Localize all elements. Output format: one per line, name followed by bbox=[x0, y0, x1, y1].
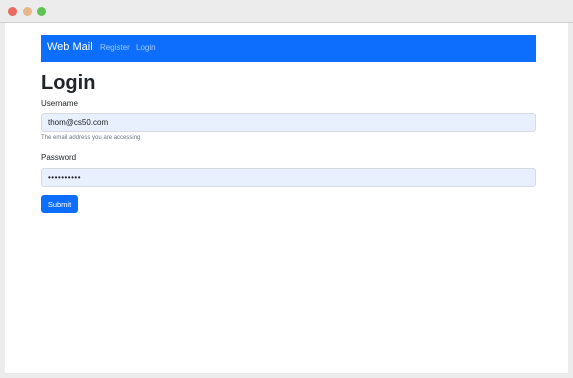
minimize-window-icon[interactable] bbox=[23, 7, 32, 16]
username-input[interactable]: thom@cs50.com bbox=[41, 113, 536, 132]
maximize-window-icon[interactable] bbox=[37, 7, 46, 16]
close-window-icon[interactable] bbox=[8, 7, 17, 16]
username-label: Username bbox=[41, 99, 78, 108]
nav-link-register[interactable]: Register bbox=[100, 43, 130, 52]
nav-link-login[interactable]: Login bbox=[136, 43, 156, 52]
page-title: Login bbox=[41, 72, 96, 94]
page-viewport: Web Mail Register Login Login Username t… bbox=[5, 23, 568, 373]
password-label: Password bbox=[41, 153, 77, 162]
navbar-brand[interactable]: Web Mail bbox=[47, 41, 93, 53]
top-navbar: Web Mail Register Login bbox=[41, 35, 536, 62]
password-input[interactable]: •••••••••• bbox=[41, 168, 536, 187]
username-help-text: The email address you are accessing bbox=[41, 135, 141, 141]
submit-button[interactable]: Submit bbox=[41, 195, 78, 213]
window-titlebar bbox=[0, 0, 573, 23]
browser-window: Web Mail Register Login Login Username t… bbox=[0, 0, 573, 378]
